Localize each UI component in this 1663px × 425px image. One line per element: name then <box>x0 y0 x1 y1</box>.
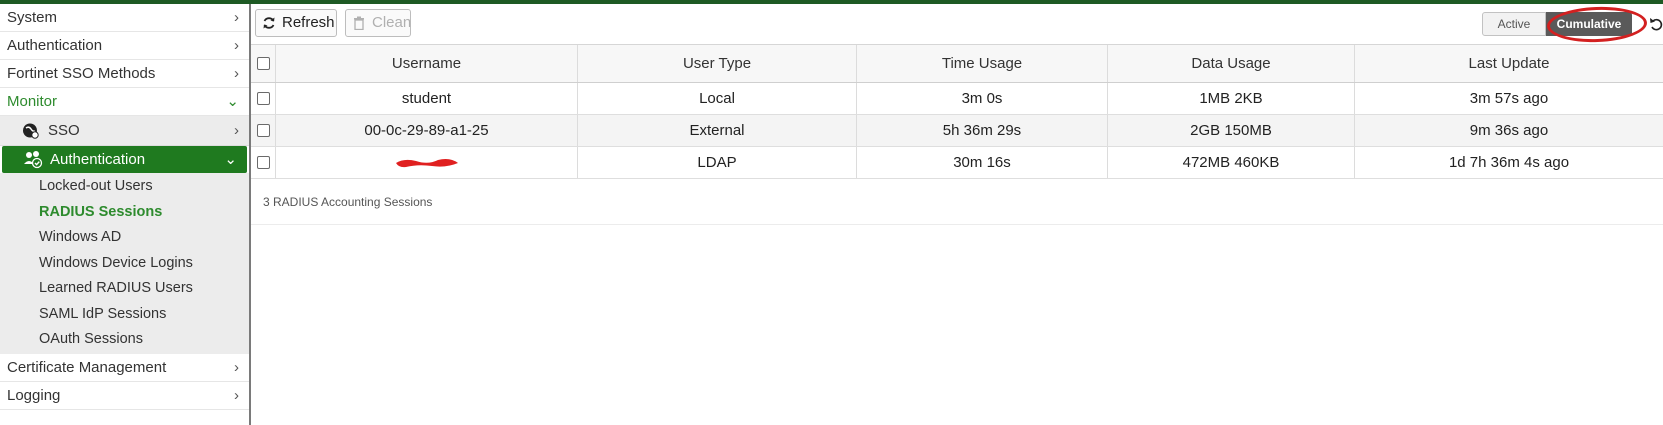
cell-data-usage: 1MB 2KB <box>1108 83 1355 114</box>
table-row[interactable]: LDAP 30m 16s 472MB 460KB 1d 7h 36m 4s ag… <box>251 147 1663 179</box>
chevron-right-icon: › <box>234 122 239 139</box>
reset-icon[interactable] <box>1649 16 1663 32</box>
trash-icon <box>354 16 364 30</box>
sidebar-item-label: Authentication <box>7 37 103 54</box>
column-header-data-usage[interactable]: Data Usage <box>1108 45 1355 82</box>
chevron-right-icon: › <box>234 37 239 54</box>
sidebar-item-label: Monitor <box>7 93 58 110</box>
chevron-down-icon: ⌄ <box>224 151 237 168</box>
select-all-cell <box>251 45 276 82</box>
row-checkbox[interactable] <box>256 124 270 137</box>
row-select-cell <box>251 147 276 178</box>
sidebar-item-certificate-management[interactable]: Certificate Management › <box>0 354 249 382</box>
refresh-icon <box>263 17 275 29</box>
cell-user-type: Local <box>578 83 857 114</box>
users-check-icon <box>24 151 43 169</box>
sidebar-item-label: Logging <box>7 386 61 404</box>
chevron-right-icon: › <box>234 65 239 82</box>
cell-data-usage: 472MB 460KB <box>1108 147 1355 178</box>
clean-button-label: Clean <box>372 14 412 31</box>
sidebar-item-windows-ad[interactable]: Windows AD <box>0 225 249 251</box>
sidebar-item-authentication[interactable]: Authentication › <box>0 32 249 60</box>
sidebar-item-saml-idp-sessions[interactable]: SAML IdP Sessions <box>0 302 249 328</box>
sso-globe-icon <box>23 123 39 139</box>
refresh-button[interactable]: Refresh <box>255 9 337 37</box>
toggle-active-button[interactable]: Active <box>1482 12 1546 36</box>
cell-time-usage: 3m 0s <box>857 83 1108 114</box>
row-select-cell <box>251 83 276 114</box>
cell-last-update: 3m 57s ago <box>1469 90 1549 107</box>
toolbar: Refresh Clean Active Cumulative <box>251 4 1663 45</box>
column-header-time-usage[interactable]: Time Usage <box>857 45 1108 82</box>
sidebar-item-learned-radius-users[interactable]: Learned RADIUS Users <box>0 276 249 302</box>
column-header-user-type[interactable]: User Type <box>578 45 857 82</box>
session-count-summary: 3 RADIUS Accounting Sessions <box>263 195 433 209</box>
table-row[interactable]: 00-0c-29-89-a1-25 External 5h 36m 29s 2G… <box>251 115 1663 147</box>
row-select-cell <box>251 115 276 146</box>
row-checkbox[interactable] <box>256 156 270 169</box>
sidebar-item-windows-device-logins[interactable]: Windows Device Logins <box>0 251 249 277</box>
sidebar-item-label: Authentication <box>50 151 146 168</box>
row-checkbox[interactable] <box>256 92 270 105</box>
footer-divider <box>251 224 1663 225</box>
sidebar-item-system[interactable]: System › <box>0 4 249 32</box>
cell-username: student <box>276 83 578 114</box>
authentication-submenu: Locked-out Users RADIUS Sessions Windows… <box>0 173 249 354</box>
cell-last-update: 1d 7h 36m 4s ago <box>1448 154 1570 171</box>
refresh-button-label: Refresh <box>282 14 335 31</box>
sidebar: System › Authentication › Fortinet SSO M… <box>0 4 251 425</box>
cell-last-update: 9m 36s ago <box>1469 122 1549 139</box>
sidebar-item-label: SSO <box>48 122 80 139</box>
cell-username: 00-0c-29-89-a1-25 <box>276 115 578 146</box>
cell-username <box>276 147 578 178</box>
sidebar-item-label: Certificate Management <box>7 358 167 376</box>
clean-button[interactable]: Clean <box>345 9 411 37</box>
chevron-right-icon: › <box>234 9 239 26</box>
sidebar-item-radius-sessions[interactable]: RADIUS Sessions <box>0 200 249 226</box>
sidebar-item-label: Fortinet SSO Methods <box>7 65 156 82</box>
cell-user-type: External <box>578 115 857 146</box>
sidebar-item-oauth-sessions[interactable]: OAuth Sessions <box>0 327 249 353</box>
cell-data-usage: 2GB 150MB <box>1108 115 1355 146</box>
sidebar-item-sso[interactable]: SSO › <box>0 116 249 146</box>
chevron-down-icon: ⌄ <box>226 93 239 110</box>
chevron-right-icon: › <box>234 386 239 404</box>
table-header-row: Username User Type Time Usage Data Usage… <box>251 45 1663 83</box>
cell-time-usage: 5h 36m 29s <box>857 115 1108 146</box>
redaction-scribble <box>395 158 458 167</box>
sidebar-item-fortinet-sso-methods[interactable]: Fortinet SSO Methods › <box>0 60 249 88</box>
sidebar-item-label: System <box>7 9 58 26</box>
sidebar-item-logging[interactable]: Logging › <box>0 382 249 410</box>
table-row[interactable]: student Local 3m 0s 1MB 2KB 3m 57s ago <box>251 83 1663 115</box>
select-all-checkbox[interactable] <box>256 57 270 70</box>
sidebar-item-locked-out-users[interactable]: Locked-out Users <box>0 174 249 200</box>
sidebar-item-monitor[interactable]: Monitor ⌄ <box>0 88 249 116</box>
sidebar-item-monitor-authentication[interactable]: Authentication ⌄ <box>2 146 247 173</box>
cell-user-type: LDAP <box>578 147 857 178</box>
column-header-username[interactable]: Username <box>276 45 578 82</box>
chevron-right-icon: › <box>234 358 239 376</box>
column-header-last-update[interactable]: Last Update <box>1355 45 1663 82</box>
cell-time-usage: 30m 16s <box>857 147 1108 178</box>
sessions-table: Username User Type Time Usage Data Usage… <box>251 45 1663 179</box>
